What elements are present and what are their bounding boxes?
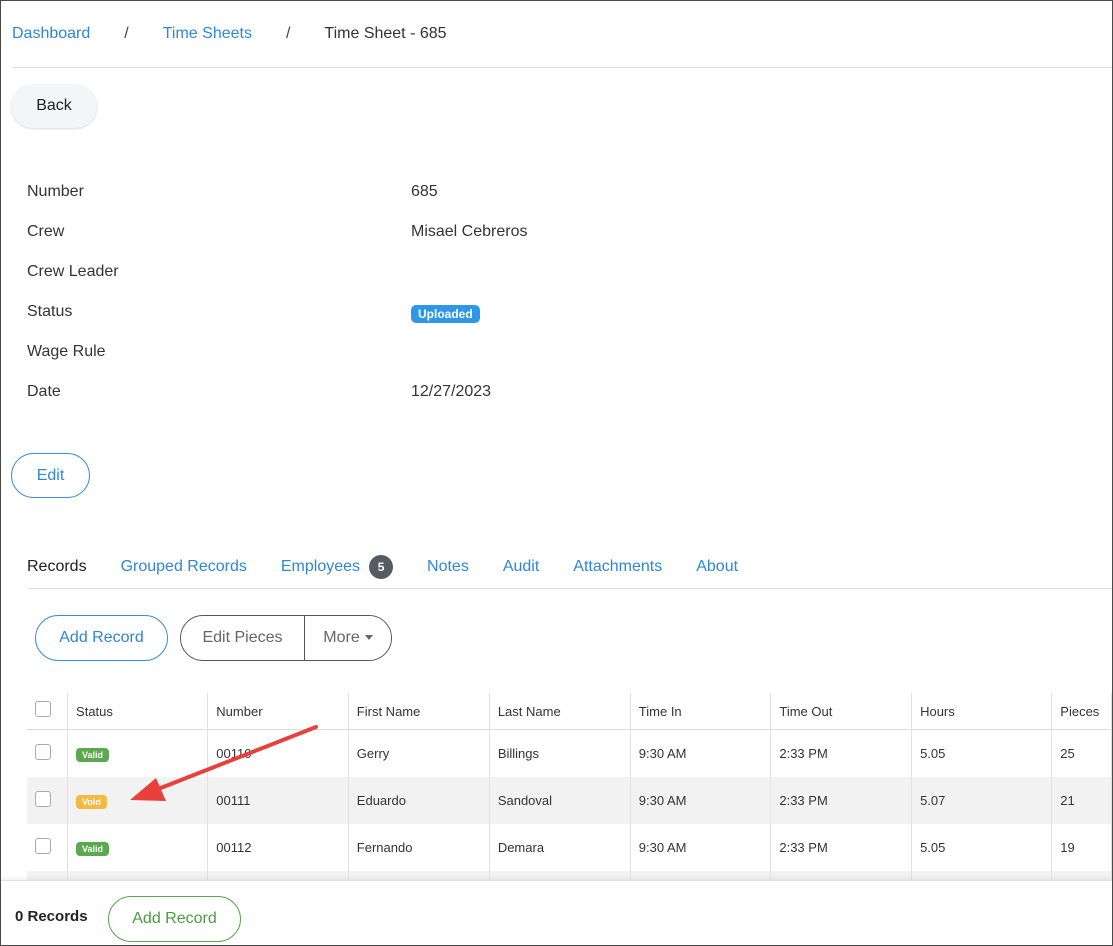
breadcrumb-separator: / <box>285 25 291 42</box>
detail-value: 12/27/2023 <box>411 383 492 400</box>
cell-pieces: 19 <box>1051 824 1112 871</box>
edit-button[interactable]: Edit <box>11 453 90 498</box>
header-divider <box>12 67 1112 68</box>
back-button[interactable]: Back <box>11 84 97 128</box>
cell-pieces: 21 <box>1051 777 1112 824</box>
cell-first-name: Fernando <box>348 824 490 871</box>
cell-number: 00112 <box>207 824 349 871</box>
row-checkbox[interactable] <box>35 790 51 807</box>
add-record-button[interactable]: Add Record <box>35 615 168 661</box>
cell-hours: 5.05 <box>911 824 1053 871</box>
detail-label: Crew Leader <box>27 263 119 280</box>
detail-label: Number <box>27 183 84 200</box>
tab-audit[interactable]: Audit <box>503 555 539 588</box>
cell-first-name: Gerry <box>348 729 490 777</box>
tab-records[interactable]: Records <box>27 555 87 588</box>
details-panel: Number 685 Crew Misael Cebreros Crew Lea… <box>27 181 727 421</box>
detail-value: 685 <box>411 183 438 200</box>
column-header-last-name[interactable]: Last Name <box>489 693 631 730</box>
tab-bar: Records Grouped Records Employees 5 Note… <box>27 555 1112 589</box>
row-checkbox[interactable] <box>35 743 51 760</box>
tab-notes[interactable]: Notes <box>427 555 469 588</box>
select-all-cell <box>27 693 69 730</box>
employees-count-badge: 5 <box>369 555 394 579</box>
cell-time-in: 9:30 AM <box>630 729 772 777</box>
cell-last-name: Sandoval <box>489 777 631 824</box>
status-badge: Valid <box>76 841 110 856</box>
tab-grouped-records[interactable]: Grouped Records <box>121 555 247 588</box>
column-header-hours[interactable]: Hours <box>911 693 1053 730</box>
detail-row-status: Status Uploaded <box>27 301 727 341</box>
tab-attachments[interactable]: Attachments <box>573 555 662 588</box>
cell-last-name: Billings <box>489 729 631 777</box>
cell-hours: 5.05 <box>911 729 1053 777</box>
cell-time-out: 2:33 PM <box>770 729 913 777</box>
table-row[interactable]: Valid 00112 Fernando Demara 9:30 AM 2:33… <box>27 824 1112 871</box>
records-count: 0 Records <box>15 908 88 925</box>
column-header-first-name[interactable]: First Name <box>348 693 490 730</box>
status-badge: Void <box>76 794 107 809</box>
records-action-group: Edit Pieces More <box>180 615 392 661</box>
column-header-time-in[interactable]: Time In <box>630 693 772 730</box>
detail-label: Status <box>27 303 73 320</box>
caret-down-icon <box>364 635 373 641</box>
detail-label: Crew <box>27 223 65 240</box>
column-header-time-out[interactable]: Time Out <box>770 693 913 730</box>
cell-time-in: 9:30 AM <box>630 824 772 871</box>
annotation-arrow-icon <box>130 725 318 801</box>
detail-value: Uploaded <box>411 305 480 323</box>
detail-row-crew-leader: Crew Leader <box>27 261 727 301</box>
breadcrumb: Dashboard / Time Sheets / Time Sheet - 6… <box>12 25 447 43</box>
footer-bar: 0 Records Add Record <box>1 880 1112 945</box>
edit-pieces-button[interactable]: Edit Pieces <box>181 616 305 660</box>
row-checkbox[interactable] <box>35 837 51 854</box>
detail-row-number: Number 685 <box>27 181 727 221</box>
breadcrumb-separator: / <box>124 25 129 42</box>
detail-value: Misael Cebreros <box>411 223 528 240</box>
cell-time-out: 2:33 PM <box>770 777 913 824</box>
select-all-checkbox[interactable] <box>35 701 51 718</box>
detail-label: Date <box>27 383 61 400</box>
cell-time-in: 9:30 AM <box>630 777 772 824</box>
detail-label: Wage Rule <box>27 343 106 360</box>
status-badge: Uploaded <box>411 305 480 323</box>
detail-row-crew: Crew Misael Cebreros <box>27 221 727 261</box>
cell-last-name: Demara <box>489 824 631 871</box>
breadcrumb-dashboard-link[interactable]: Dashboard <box>12 25 90 43</box>
cell-first-name: Eduardo <box>348 777 490 824</box>
tab-employees[interactable]: Employees 5 <box>281 555 394 588</box>
status-badge: Valid <box>76 747 110 762</box>
tab-about[interactable]: About <box>696 555 738 588</box>
cell-pieces: 25 <box>1051 729 1112 777</box>
detail-row-wage-rule: Wage Rule <box>27 341 727 381</box>
cell-hours: 5.07 <box>911 777 1053 824</box>
footer-add-record-button[interactable]: Add Record <box>108 896 241 942</box>
more-dropdown-button[interactable]: More <box>305 616 391 660</box>
breadcrumb-current: Time Sheet - 685 <box>324 25 447 42</box>
cell-time-out: 2:33 PM <box>770 824 913 871</box>
column-header-pieces[interactable]: Pieces <box>1051 693 1112 730</box>
detail-row-date: Date 12/27/2023 <box>27 381 727 421</box>
breadcrumb-time-sheets-link[interactable]: Time Sheets <box>163 25 252 43</box>
